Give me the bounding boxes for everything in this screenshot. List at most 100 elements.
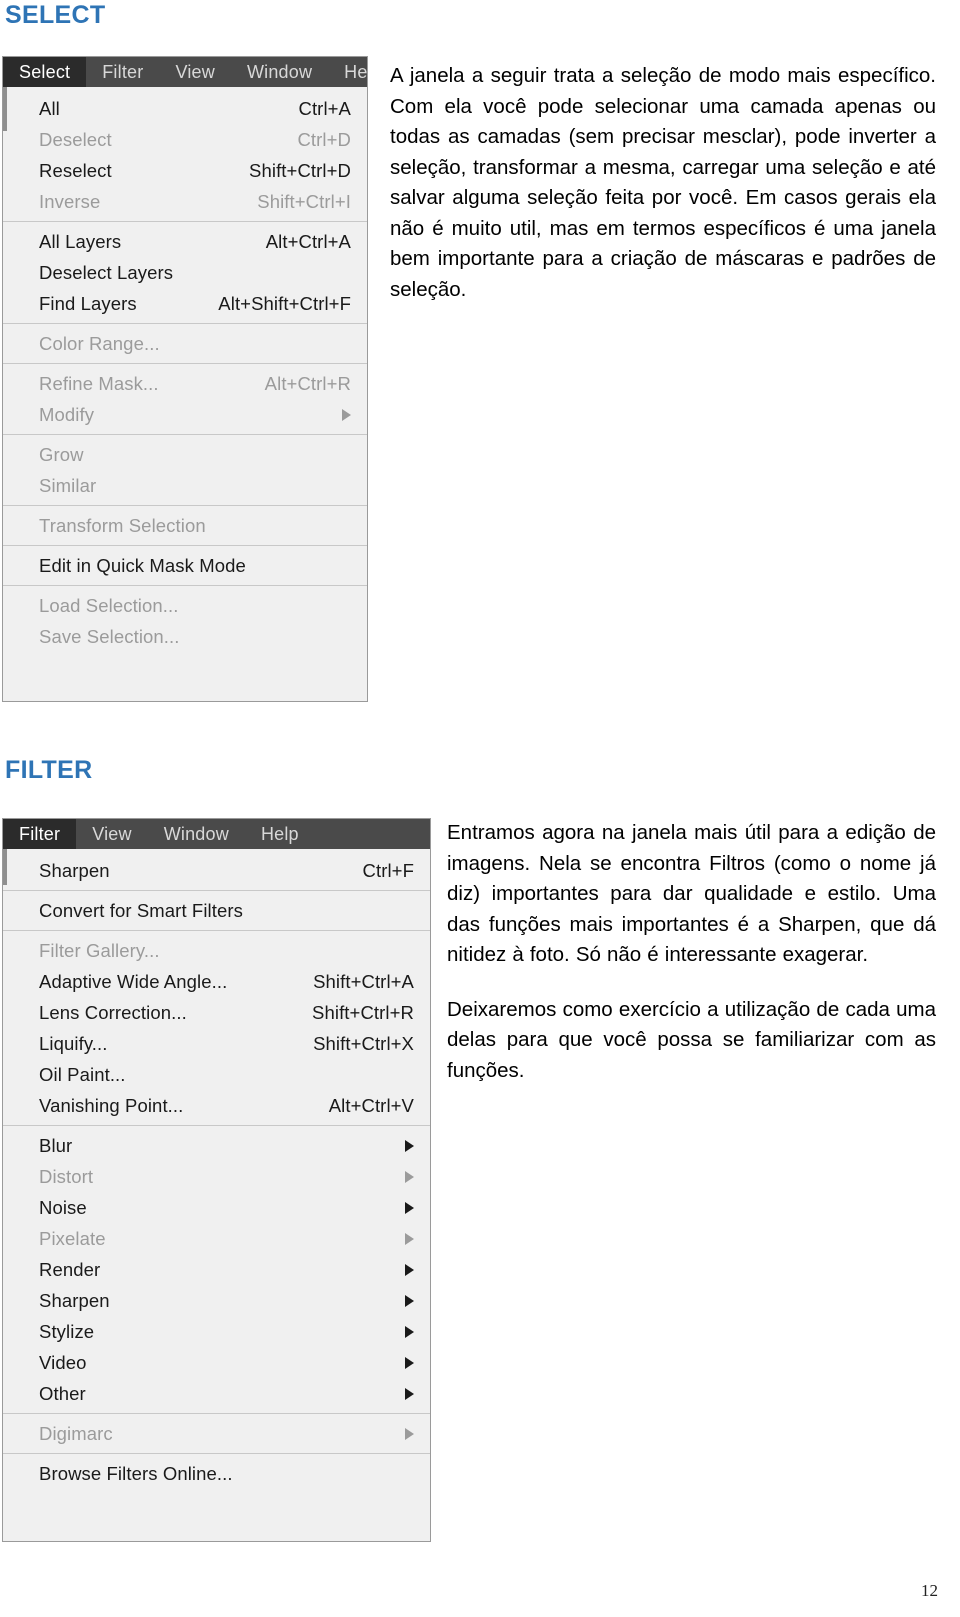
menubar-item-help[interactable]: Help bbox=[245, 819, 315, 849]
menu-item-distort: Distort bbox=[3, 1161, 430, 1192]
menu-item-similar: Similar bbox=[3, 470, 367, 501]
menu-group: Digimarc bbox=[3, 1413, 430, 1453]
menu-item-all[interactable]: All Ctrl+A bbox=[3, 93, 367, 124]
menu-item-modify: Modify bbox=[3, 399, 367, 430]
menu-item-label: Liquify... bbox=[39, 1032, 108, 1054]
menu-item-label: Sharpen bbox=[39, 1289, 110, 1311]
menu-item-label: Other bbox=[39, 1382, 86, 1404]
menu-group: All Ctrl+A Deselect Ctrl+D Reselect Shift+Ctr… bbox=[3, 89, 367, 221]
menu-item-lens-correction[interactable]: Lens Correction... Shift+Ctrl+R bbox=[3, 997, 430, 1028]
menu-item-vanishing-point[interactable]: Vanishing Point... Alt+Ctrl+V bbox=[3, 1090, 430, 1121]
menu-item-filter-gallery: Filter Gallery... bbox=[3, 935, 430, 966]
menu-item-label: Render bbox=[39, 1258, 101, 1280]
menu-group: Filter Gallery... Adaptive Wide Angle... S… bbox=[3, 930, 430, 1125]
menu-item-label: Refine Mask... bbox=[39, 372, 159, 394]
menu-item-shortcut: Shift+Ctrl+I bbox=[257, 190, 351, 212]
menu-item-shortcut: Alt+Ctrl+V bbox=[328, 1094, 414, 1116]
menu-item-stylize[interactable]: Stylize bbox=[3, 1316, 430, 1347]
menu-item-noise[interactable]: Noise bbox=[3, 1192, 430, 1223]
menu-item-render[interactable]: Render bbox=[3, 1254, 430, 1285]
menu-item-digimarc: Digimarc bbox=[3, 1418, 430, 1449]
menu-item-label: Deselect Layers bbox=[39, 261, 174, 283]
menubar-item-window[interactable]: Window bbox=[148, 819, 245, 849]
menu-item-label: Distort bbox=[39, 1165, 94, 1187]
menu-item-label: Modify bbox=[39, 403, 95, 425]
submenu-arrow-icon bbox=[405, 1387, 414, 1400]
menu-item-shortcut: Ctrl+A bbox=[298, 97, 351, 119]
menu-item-shortcut: Shift+Ctrl+X bbox=[313, 1032, 414, 1054]
menubar-item-view[interactable]: View bbox=[159, 57, 231, 87]
menubar-select: SelectFilterViewWindowHel bbox=[3, 57, 367, 87]
menu-group: Convert for Smart Filters bbox=[3, 890, 430, 930]
menu-item-label: Digimarc bbox=[39, 1422, 113, 1444]
submenu-arrow-icon bbox=[405, 1170, 414, 1183]
menubar-item-hel[interactable]: Hel bbox=[328, 57, 367, 87]
menu-item-label: All Layers bbox=[39, 230, 122, 252]
menu-item-reselect[interactable]: Reselect Shift+Ctrl+D bbox=[3, 155, 367, 186]
menu-item-shortcut: Shift+Ctrl+R bbox=[312, 1001, 414, 1023]
menubar-item-filter[interactable]: Filter bbox=[86, 57, 159, 87]
menu-item-shortcut: Shift+Ctrl+D bbox=[249, 159, 351, 181]
menu-item-adaptive-wide-angle[interactable]: Adaptive Wide Angle... Shift+Ctrl+A bbox=[3, 966, 430, 997]
menu-group: Browse Filters Online... bbox=[3, 1453, 430, 1493]
menu-group: Transform Selection bbox=[3, 505, 367, 545]
menu-group: Load Selection... Save Selection... bbox=[3, 585, 367, 656]
menubar-item-window[interactable]: Window bbox=[231, 57, 328, 87]
photoshop-select-menu-screenshot: SelectFilterViewWindowHel All Ctrl+A Desel… bbox=[2, 56, 368, 702]
menu-item-deselect: Deselect Ctrl+D bbox=[3, 124, 367, 155]
menu-item-oil-paint[interactable]: Oil Paint... bbox=[3, 1059, 430, 1090]
menu-item-label: Video bbox=[39, 1351, 87, 1373]
menubar-item-filter[interactable]: Filter bbox=[3, 819, 77, 849]
submenu-arrow-icon bbox=[405, 1356, 414, 1369]
menu-item-sharpen[interactable]: Sharpen Ctrl+F bbox=[3, 855, 430, 886]
menu-item-label: Edit in Quick Mask Mode bbox=[39, 554, 246, 576]
section-heading-filter: FILTER bbox=[5, 756, 93, 784]
menu-group: Color Range... bbox=[3, 323, 367, 363]
menu-item-inverse: Inverse Shift+Ctrl+I bbox=[3, 186, 367, 217]
menu-item-find-layers[interactable]: Find Layers Alt+Shift+Ctrl+F bbox=[3, 288, 367, 319]
menu-item-label: Lens Correction... bbox=[39, 1001, 187, 1023]
menu-item-label: Reselect bbox=[39, 159, 112, 181]
menu-item-all-layers[interactable]: All Layers Alt+Ctrl+A bbox=[3, 226, 367, 257]
menu-group: All Layers Alt+Ctrl+A Deselect Layers Find … bbox=[3, 221, 367, 323]
menu-item-browse-filters-online[interactable]: Browse Filters Online... bbox=[3, 1458, 430, 1489]
menu-item-sharpen[interactable]: Sharpen bbox=[3, 1285, 430, 1316]
menu-item-refine-mask: Refine Mask... Alt+Ctrl+R bbox=[3, 368, 367, 399]
menubar-item-select[interactable]: Select bbox=[3, 57, 87, 87]
menu-item-label: Filter Gallery... bbox=[39, 939, 160, 961]
menu-item-load-selection: Load Selection... bbox=[3, 590, 367, 621]
menu-item-shortcut: Alt+Shift+Ctrl+F bbox=[218, 292, 351, 314]
menu-group: Sharpen Ctrl+F bbox=[3, 851, 430, 890]
menubar-item-view[interactable]: View bbox=[76, 819, 148, 849]
submenu-arrow-icon bbox=[405, 1201, 414, 1214]
menu-item-other[interactable]: Other bbox=[3, 1378, 430, 1409]
menu-item-shortcut: Alt+Ctrl+R bbox=[264, 372, 351, 394]
menu-item-label: Vanishing Point... bbox=[39, 1094, 184, 1116]
menu-group: Blur Distort Noise Pixelate Render Sharpen Sty… bbox=[3, 1125, 430, 1413]
menu-item-edit-in-quick-mask-mode[interactable]: Edit in Quick Mask Mode bbox=[3, 550, 367, 581]
menu-item-blur[interactable]: Blur bbox=[3, 1130, 430, 1161]
menu-item-label: Inverse bbox=[39, 190, 101, 212]
menu-item-video[interactable]: Video bbox=[3, 1347, 430, 1378]
menu-item-shortcut: Ctrl+D bbox=[297, 128, 351, 150]
menu-item-label: Sharpen bbox=[39, 859, 110, 881]
menu-item-label: Load Selection... bbox=[39, 594, 179, 616]
menu-item-convert-for-smart-filters[interactable]: Convert for Smart Filters bbox=[3, 895, 430, 926]
menu-group: Refine Mask... Alt+Ctrl+R Modify bbox=[3, 363, 367, 434]
menu-dropdown-filter: Sharpen Ctrl+F Convert for Smart Filters Fi… bbox=[3, 849, 430, 1493]
menu-item-shortcut: Ctrl+F bbox=[362, 859, 414, 881]
menu-item-label: Blur bbox=[39, 1134, 73, 1156]
menu-item-label: Convert for Smart Filters bbox=[39, 899, 243, 921]
menu-item-shortcut: Shift+Ctrl+A bbox=[313, 970, 414, 992]
submenu-arrow-icon bbox=[405, 1427, 414, 1440]
menu-group: Grow Similar bbox=[3, 434, 367, 505]
menubar-filter: Filter View Window Help bbox=[3, 819, 430, 849]
submenu-arrow-icon bbox=[405, 1325, 414, 1338]
menu-item-liquify[interactable]: Liquify... Shift+Ctrl+X bbox=[3, 1028, 430, 1059]
section-body-select: A janela a seguir trata a seleção de mod… bbox=[390, 61, 936, 305]
menu-item-deselect-layers[interactable]: Deselect Layers bbox=[3, 257, 367, 288]
menu-item-label: Stylize bbox=[39, 1320, 95, 1342]
submenu-arrow-icon bbox=[405, 1139, 414, 1152]
menu-item-label: Pixelate bbox=[39, 1227, 106, 1249]
submenu-arrow-icon bbox=[405, 1232, 414, 1245]
